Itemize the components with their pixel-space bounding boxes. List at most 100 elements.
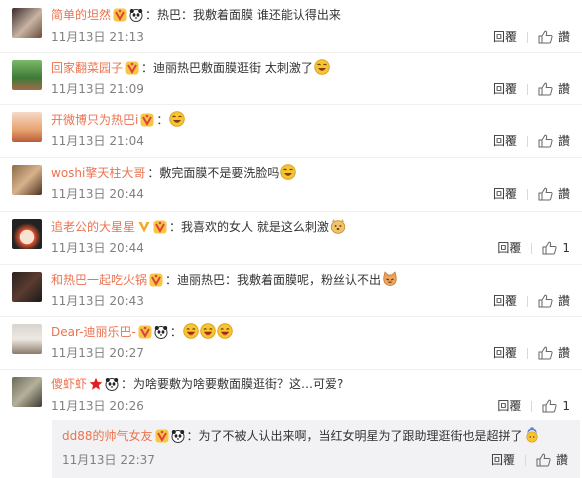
action-divider [531, 400, 533, 412]
like-button[interactable]: 讚 [538, 30, 570, 44]
comment-actions: 回覆 1 [497, 241, 570, 255]
action-divider [526, 188, 528, 200]
comment-body: 和热巴一起吃火锅 ：迪丽热巴：我敷着面膜呢，粉丝认不出 [51, 271, 398, 288]
thumbs-up-icon [538, 82, 553, 96]
comment-divider [0, 316, 582, 317]
comment-actions: 回覆 讚 [493, 30, 570, 44]
comment-username[interactable]: 开微博只为热巴i [51, 113, 138, 127]
user-avatar[interactable] [12, 8, 42, 38]
comment-actions: 回覆 1 [497, 399, 570, 413]
thumbs-up-icon [538, 294, 553, 308]
action-divider [526, 295, 528, 307]
like-count: 1 [562, 399, 570, 413]
user-avatar[interactable] [12, 324, 42, 354]
vip-badge-icon [125, 61, 139, 75]
comment-text: 敷完面膜不是要洗脸吗 [159, 166, 280, 180]
comment-username[interactable]: 和热巴一起吃火锅 [51, 273, 147, 287]
colon-separator: ： [147, 166, 160, 180]
reply-button[interactable]: 回覆 [497, 399, 521, 413]
like-button[interactable]: 讚 [538, 294, 570, 308]
comment-body: 简单的坦然 ：热巴：我敷着面膜 谁还能认得出来 [51, 7, 341, 23]
user-avatar[interactable] [12, 165, 42, 195]
comment-text: 迪丽热巴：我敷着面膜呢，粉丝认不出 [177, 273, 382, 287]
thumbs-up-icon [542, 241, 557, 255]
reply-button[interactable]: 回覆 [493, 82, 517, 96]
reply-thread-box: dd88的帅气女友 ：为了不被人认出来啊，当红女明星为了跟助理逛街也是超拼了 11月… [52, 420, 580, 478]
laugh-cry-emoji-icon [314, 59, 330, 75]
like-button[interactable]: 1 [542, 241, 570, 255]
colon-separator: ： [165, 273, 178, 287]
cat-emoji-icon [382, 271, 398, 287]
like-button[interactable]: 讚 [536, 453, 568, 467]
colon-separator: ： [169, 325, 182, 339]
like-label: 讚 [557, 30, 570, 44]
colon-separator: ： [186, 429, 199, 443]
comment-timestamp: 11月13日 21:04 [51, 134, 144, 148]
reply-button[interactable]: 回覆 [493, 187, 517, 201]
comment-divider [0, 211, 582, 212]
comment-body: 追老公的大星星 ：我喜欢的女人 就是这么刺激 [51, 218, 346, 235]
user-badges [113, 8, 145, 22]
comment-username[interactable]: woshi擎天柱大哥 [51, 166, 145, 180]
laugh-cry-emoji-icon [280, 164, 297, 180]
comment-divider [0, 264, 582, 265]
comment-username[interactable]: 简单的坦然 [51, 8, 111, 22]
user-avatar[interactable] [12, 272, 42, 302]
comment-username[interactable]: 傻虾虾 [51, 377, 87, 391]
user-badges [137, 220, 169, 234]
reply-button[interactable]: 回覆 [493, 134, 517, 148]
user-badges [125, 61, 141, 75]
reply-button[interactable]: 回覆 [493, 346, 517, 360]
vip-badge-icon [155, 429, 169, 443]
comment-divider [0, 157, 582, 158]
comment-timestamp: 11月13日 20:44 [51, 241, 144, 255]
colon-separator: ： [141, 61, 154, 75]
reply-button[interactable]: 回覆 [493, 294, 517, 308]
like-button[interactable]: 讚 [538, 134, 570, 148]
user-badges [89, 377, 121, 391]
user-avatar[interactable] [12, 112, 42, 142]
vip-badge-icon [153, 220, 167, 234]
colon-separator: ： [169, 220, 182, 234]
comment-username[interactable]: Dear-迪丽乐巴- [51, 325, 136, 339]
like-count: 1 [562, 241, 570, 255]
laugh-emoji-icon [217, 323, 233, 339]
like-label: 讚 [557, 346, 570, 360]
like-button[interactable]: 讚 [538, 82, 570, 96]
user-avatar[interactable] [12, 377, 42, 407]
user-badges [138, 325, 170, 339]
reply-button[interactable]: 回覆 [491, 453, 515, 467]
like-button[interactable]: 1 [542, 399, 570, 413]
user-avatar[interactable] [12, 219, 42, 249]
colon-separator: ： [145, 8, 158, 22]
comment-actions: 回覆 讚 [491, 453, 568, 467]
comment-username[interactable]: dd88的帅气女友 [62, 429, 153, 443]
like-label: 讚 [557, 82, 570, 96]
like-button[interactable]: 讚 [538, 346, 570, 360]
comment-body: woshi擎天柱大哥 ：敷完面膜不是要洗脸吗 [51, 164, 297, 181]
reply-button[interactable]: 回覆 [497, 241, 521, 255]
comment-username[interactable]: 回家翻菜园子 [51, 61, 123, 75]
thumbs-up-icon [538, 346, 553, 360]
comment-body: 傻虾虾 ：为啥要敷为啥要敷面膜逛街？这…可爱? [51, 376, 343, 392]
action-divider [526, 31, 528, 43]
comment-text: 迪丽热巴敷面膜逛街 太刺激了 [153, 61, 313, 75]
action-divider [526, 83, 528, 95]
comment-timestamp: 11月13日 20:44 [51, 187, 144, 201]
comment-body: dd88的帅气女友 ：为了不被人认出来啊，当红女明星为了跟助理逛街也是超拼了 [62, 427, 540, 444]
laugh-emoji-icon [200, 323, 216, 339]
user-avatar[interactable] [12, 60, 42, 90]
doge-emoji-icon [330, 218, 346, 234]
reply-button[interactable]: 回覆 [493, 30, 517, 44]
comment-divider [0, 369, 582, 370]
like-button[interactable]: 讚 [538, 187, 570, 201]
comment-text: 为啥要敷为啥要敷面膜逛街？这…可爱? [133, 377, 344, 391]
user-badges [140, 113, 156, 127]
colon-separator: ： [156, 113, 169, 127]
thumbs-up-icon [538, 134, 553, 148]
comment-username[interactable]: 追老公的大星星 [51, 220, 135, 234]
action-divider [526, 347, 528, 359]
comment-timestamp: 11月13日 21:13 [51, 30, 144, 44]
comment-timestamp: 11月13日 21:09 [51, 82, 144, 96]
thumbs-up-icon [538, 187, 553, 201]
